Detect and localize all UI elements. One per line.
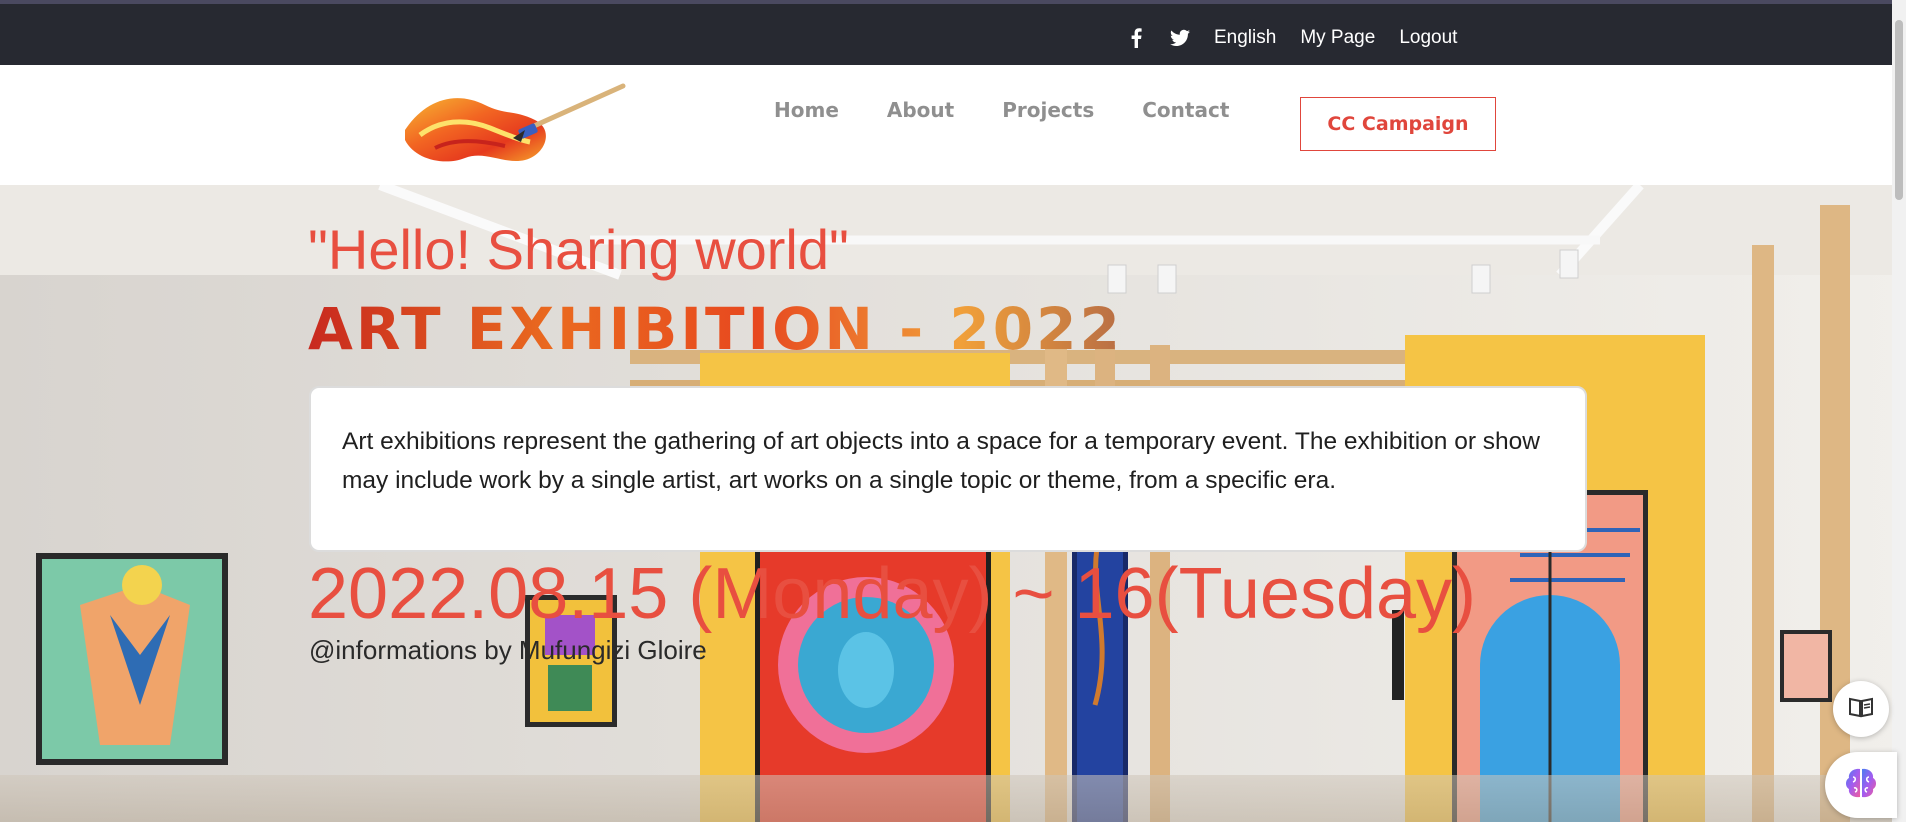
language-link[interactable]: English	[1214, 27, 1276, 49]
top-links: English My Page Logout	[1126, 26, 1457, 50]
reader-mode-button[interactable]	[1833, 681, 1889, 737]
brain-icon	[1843, 765, 1879, 805]
page-scrollbar[interactable]	[1892, 0, 1906, 822]
exhibition-date: 2022.08.15 (Monday) ~ 16(Tuesday)	[308, 554, 1477, 634]
site-logo[interactable]	[395, 80, 635, 175]
nav-about[interactable]: About	[887, 98, 954, 122]
hero-title: "Hello! Sharing world"	[308, 218, 849, 281]
top-bar: English My Page Logout	[0, 0, 1906, 65]
description-card: Art exhibitions represent the gathering …	[309, 386, 1587, 552]
nav-projects[interactable]: Projects	[1002, 98, 1094, 122]
info-credit: @informations by Mufungizi Gloire	[309, 635, 707, 665]
main-navbar: Home About Projects Contact CC Campaign	[0, 65, 1906, 185]
cc-campaign-button[interactable]: CC Campaign	[1300, 97, 1496, 151]
logout-link[interactable]: Logout	[1399, 27, 1457, 49]
hero-section: "Hello! Sharing world" ART EXHIBITION - …	[0, 185, 1906, 822]
book-icon	[1848, 696, 1874, 722]
my-page-link[interactable]: My Page	[1300, 27, 1375, 49]
scrollbar-thumb[interactable]	[1895, 20, 1903, 200]
hero-subtitle: ART EXHIBITION - 2022	[308, 295, 1123, 363]
nav-contact[interactable]: Contact	[1142, 98, 1229, 122]
nav-home[interactable]: Home	[774, 98, 839, 122]
nav-menu: Home About Projects Contact	[774, 98, 1229, 122]
description-text: Art exhibitions represent the gathering …	[342, 428, 1540, 494]
assistant-button[interactable]	[1825, 752, 1897, 818]
twitter-icon[interactable]	[1170, 27, 1190, 49]
facebook-icon[interactable]	[1126, 27, 1146, 49]
